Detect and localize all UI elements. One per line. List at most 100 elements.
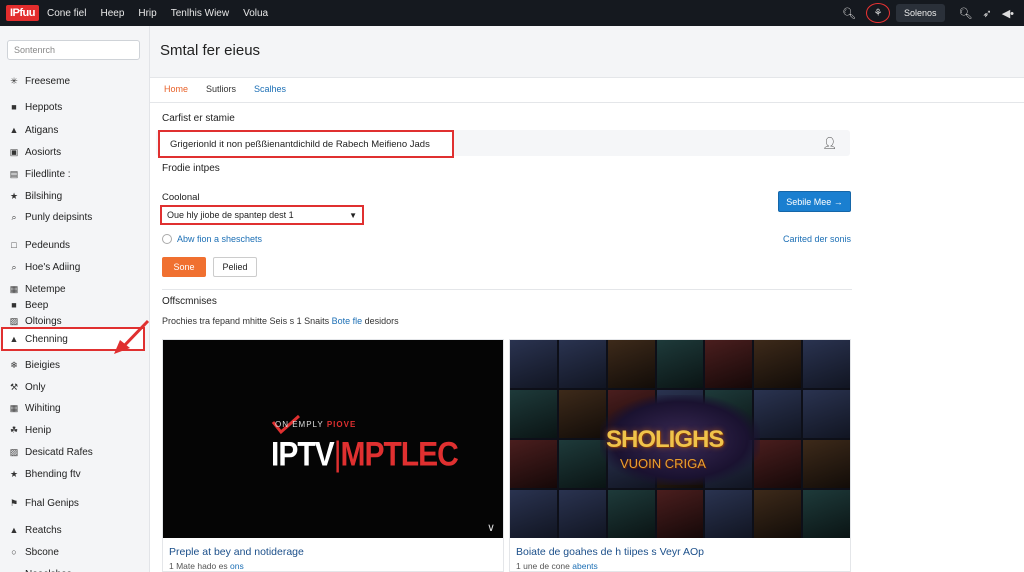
pin-icon[interactable]: ➶ <box>982 7 991 20</box>
user-icon[interactable]: 👤︎ <box>822 136 837 150</box>
show-logo-subtitle: VUOIN CRIGA <box>620 456 706 471</box>
top-nav-item[interactable]: Cone fiel <box>47 8 86 19</box>
card-title[interactable]: Preple at bey and notiderage <box>169 546 304 558</box>
sidebar-item-label: Sbcone <box>25 546 59 558</box>
poster-tile <box>803 440 850 488</box>
search-icon[interactable]: 🔍︎ <box>842 7 856 20</box>
top-nav-item[interactable]: Tenlhis Wiew <box>171 8 229 19</box>
page-title: Smtal fer eieus <box>160 42 261 59</box>
poster-tile <box>705 490 753 538</box>
sidebar-item[interactable]: ▲ Reatchs <box>8 523 62 537</box>
tab-home[interactable]: Home <box>164 84 188 94</box>
primary-action-button[interactable]: Sebile Mee → <box>778 191 851 212</box>
sidebar-item[interactable]: ○ Sbcone <box>8 545 59 559</box>
poster-tile <box>754 490 802 538</box>
poster-tile <box>558 340 606 388</box>
sidebar-item[interactable]: ▨ Desicatd Rafes <box>8 445 93 459</box>
leaf-icon: ☘ <box>9 424 19 435</box>
box-icon: □ <box>11 240 17 250</box>
poster-tile <box>754 340 802 388</box>
sidebar-item[interactable]: ▦ Wihiting <box>8 401 61 415</box>
sidebar-item[interactable]: ✳ Freeseme <box>8 74 70 88</box>
search-icon: ⌕ <box>11 211 17 222</box>
card-subtitle-link[interactable]: abents <box>572 561 598 571</box>
sidebar-item-label: Only <box>25 381 46 393</box>
sidebar-item[interactable]: ⌕ Hoe's Adiing <box>8 260 80 274</box>
tab-authors[interactable]: Sutliors <box>206 84 236 94</box>
brand-wordmark-text: IPTV <box>271 435 335 474</box>
media-card[interactable]: ON EMPLY PIOVE IPTV|MPTLEC ∨ Preple at b… <box>162 339 504 572</box>
sidebar-item[interactable]: ○Neaclshes <box>8 567 71 572</box>
description-text: Prochies tra fepand mhitte Seis s 1 Snai… <box>162 316 330 326</box>
sidebar-item[interactable]: ⚑ Fhal Genips <box>8 496 79 510</box>
radio-label: Abw fion a sheschets <box>177 234 263 244</box>
tab-divider <box>150 102 1024 103</box>
search-icon[interactable]: 🔍︎ <box>959 7 973 20</box>
description-tail: desidors <box>364 316 399 326</box>
top-nav-item[interactable]: Hrip <box>138 8 156 19</box>
chevron-down-icon: ▼ <box>349 210 357 220</box>
sidebar-item-label: Netempe <box>25 283 66 295</box>
top-nav-item[interactable]: Volua <box>243 8 268 19</box>
sidebar-item[interactable]: ▤ Filedlinte : <box>8 167 71 181</box>
card-subtitle-link[interactable]: ons <box>230 561 244 571</box>
radio-option[interactable]: Abw fion a sheschets <box>162 234 262 244</box>
sidebar-item-label: Desicatd Rafes <box>25 446 93 458</box>
description-link[interactable]: Bote fle <box>332 316 363 326</box>
select-label: Coolonal <box>162 192 200 203</box>
secondary-button[interactable]: Pelied <box>213 257 257 277</box>
main-search-input[interactable]: Grigerionld it non peßßienantdichild de … <box>158 130 454 158</box>
tab-bar: Home Sutliors Scalhes <box>164 84 304 94</box>
media-card[interactable]: SHOLIGHS VUOIN CRIGA Boiate de goahes de… <box>509 339 851 572</box>
sidebar-item-label: Atigans <box>25 124 59 136</box>
sidebar-item[interactable]: □ Pedeunds <box>8 238 70 252</box>
brand-wordmark: IPTV|MPTLEC <box>271 435 459 474</box>
tab-searches[interactable]: Scalhes <box>254 84 286 94</box>
sidebar-item[interactable]: ★ Bilsihing <box>8 189 62 203</box>
poster-tile <box>656 490 704 538</box>
sidebar-item-label: Wihiting <box>25 402 61 414</box>
poster-tile <box>705 340 753 388</box>
app-logo[interactable]: IPfuu <box>6 5 39 21</box>
search-field-row: Grigerionld it non peßßienantdichild de … <box>156 130 850 158</box>
sidebar-item[interactable]: ▦ Netempe <box>8 282 66 296</box>
link-icon[interactable]: ⚘ <box>865 3 890 23</box>
sidebar-item[interactable]: ⚒ Only <box>8 380 46 394</box>
poster-tile <box>803 340 850 388</box>
card-thumbnail[interactable]: ON EMPLY PIOVE IPTV|MPTLEC ∨ <box>163 340 503 538</box>
sidebar-item[interactable]: ▨ Oltoings <box>8 314 62 328</box>
card-subtitle-text: 1 Mate hado es <box>169 561 228 571</box>
chevron-down-icon[interactable]: ∨ <box>487 521 495 534</box>
card-subtitle-text: 1 une de cone <box>516 561 570 571</box>
sidebar-item-label: Aosiorts <box>25 146 62 158</box>
brand-wordmark-red: MPTLEC <box>340 435 458 474</box>
account-button[interactable]: Solenos <box>895 4 945 22</box>
top-nav-item[interactable]: Heep <box>100 8 124 19</box>
flag-icon: ⚑ <box>9 497 19 508</box>
card-subtitle: 1 une de cone abents <box>516 561 598 571</box>
sidebar-item-label: Fhal Genips <box>25 497 79 509</box>
main-content: Smtal fer eieus Home Sutliors Scalhes Ca… <box>150 26 1024 572</box>
sidebar-item[interactable]: ❄ Bieigies <box>8 358 60 372</box>
select-value: Oue hly jiobe de spantep dest 1 <box>167 210 294 220</box>
poster-tile <box>803 490 850 538</box>
sidebar-item-label: Chenning <box>25 333 68 345</box>
speaker-icon[interactable]: ◀• <box>1002 7 1014 20</box>
card-title[interactable]: Boiate de goahes de h tiipes s Veyr AOp <box>516 546 704 558</box>
sidebar-item[interactable]: ▲ Atigans <box>8 123 59 137</box>
sidebar-item[interactable]: ★ Bhending ftv <box>8 467 81 481</box>
save-button[interactable]: Sone <box>162 257 206 277</box>
sidebar-item-label: Bieigies <box>25 359 61 371</box>
sidebar-search-input[interactable]: Sontenrch <box>7 40 140 60</box>
sidebar-item[interactable]: ■ Beep <box>8 298 48 312</box>
sidebar-item[interactable]: ☘ Henip <box>8 423 51 437</box>
section-description: Prochies tra fepand mhitte Seis s 1 Snai… <box>162 316 399 326</box>
sidebar-item[interactable]: ■ Heppots <box>8 100 62 114</box>
side-link[interactable]: Carited der sonis <box>783 234 851 244</box>
sidebar-item[interactable]: ▣ Aosiorts <box>8 145 61 159</box>
radio-button[interactable] <box>162 234 172 244</box>
sidebar-item[interactable]: ⌕ Punly deipsints <box>8 210 92 224</box>
option-select[interactable]: Oue hly jiobe de spantep dest 1 ▼ <box>160 205 364 225</box>
card-thumbnail[interactable]: SHOLIGHS VUOIN CRIGA <box>510 340 850 538</box>
brand-tagline-red: PIOVE <box>326 420 357 429</box>
